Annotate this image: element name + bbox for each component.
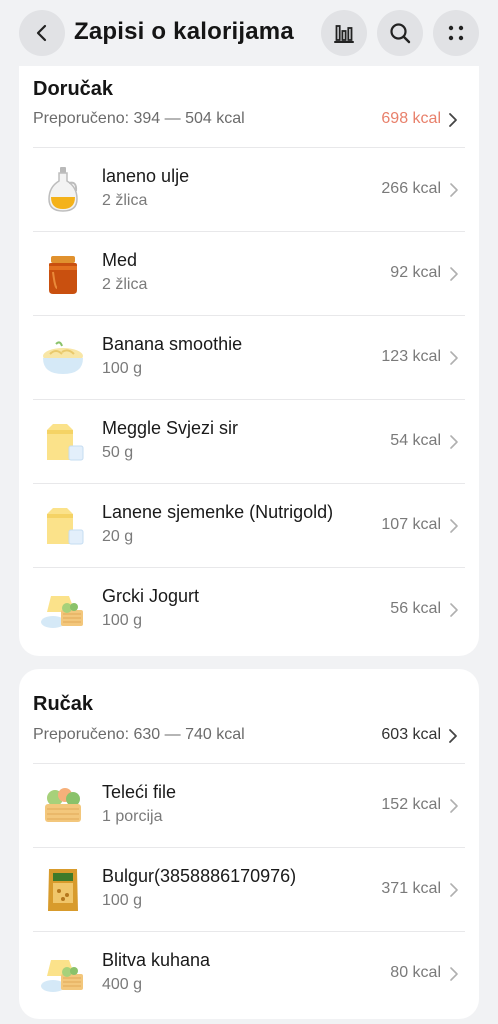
meal-title: Ručak xyxy=(33,693,94,715)
food-row[interactable]: Lanene sjemenke (Nutrigold) 20 g 107 kca… xyxy=(33,483,465,567)
chevron-right-icon xyxy=(450,351,458,365)
food-name: Meggle Svjezi sir xyxy=(102,418,239,438)
food-name: Lanene sjemenke (Nutrigold) xyxy=(102,502,334,522)
meal-card-breakfast: Doručak Preporučeno: 394 — 504 kcal 698 … xyxy=(19,66,479,656)
food-kcal: 80 kcal xyxy=(390,964,441,981)
food-amount: 2 žlica xyxy=(102,192,148,209)
chevron-right-icon xyxy=(450,183,458,197)
food-name: Med xyxy=(102,250,138,270)
food-name: laneno ulje xyxy=(102,166,190,186)
food-amount: 100 g xyxy=(102,612,143,629)
meal-card-lunch: Ručak Preporučeno: 630 — 740 kcal 603 kc… xyxy=(19,669,479,1019)
back-button[interactable] xyxy=(19,10,65,56)
food-row[interactable]: Med 2 žlica 92 kcal xyxy=(33,231,465,315)
food-amount: 100 g xyxy=(102,892,143,909)
bowl-icon xyxy=(37,330,89,386)
chevron-right-icon[interactable] xyxy=(447,728,459,744)
oil-bottle-icon xyxy=(37,162,89,218)
food-name: Bulgur(3858886170976) xyxy=(102,866,297,886)
food-name: Banana smoothie xyxy=(102,334,243,354)
more-button[interactable] xyxy=(433,10,479,56)
meal-title: Doručak xyxy=(33,78,114,100)
page-title: Zapisi o kalorijama xyxy=(74,18,294,45)
back-arrow-icon xyxy=(36,24,47,42)
food-row[interactable]: laneno ulje 2 žlica 266 kcal xyxy=(33,147,465,231)
dairy-package-icon xyxy=(37,498,89,554)
more-dots-icon xyxy=(448,25,464,41)
meal-total-kcal[interactable]: 603 kcal xyxy=(381,726,441,744)
food-name: Blitva kuhana xyxy=(102,950,211,970)
food-amount: 400 g xyxy=(102,976,143,993)
chevron-right-icon xyxy=(450,519,458,533)
food-amount: 50 g xyxy=(102,444,134,461)
honey-jar-icon xyxy=(37,246,89,302)
food-basket-icon xyxy=(37,946,89,1002)
food-kcal: 54 kcal xyxy=(390,432,441,449)
chevron-right-icon xyxy=(450,967,458,981)
veggie-basket-icon xyxy=(37,778,89,834)
chevron-right-icon xyxy=(450,799,458,813)
food-row[interactable]: Meggle Svjezi sir 50 g 54 kcal xyxy=(33,399,465,483)
food-kcal: 92 kcal xyxy=(390,264,441,281)
chevron-right-icon xyxy=(450,267,458,281)
food-kcal: 152 kcal xyxy=(381,796,441,813)
food-basket-icon xyxy=(37,582,89,638)
food-name: Teleći file xyxy=(102,782,177,802)
food-row[interactable]: Grcki Jogurt 100 g 56 kcal xyxy=(33,567,465,651)
recommended-range: Preporučeno: 394 — 504 kcal xyxy=(33,110,245,127)
chevron-right-icon xyxy=(450,603,458,617)
food-amount: 2 žlica xyxy=(102,276,148,293)
food-row[interactable]: Bulgur(3858886170976) 100 g 371 kcal xyxy=(33,847,465,931)
food-row[interactable]: Blitva kuhana 400 g 80 kcal xyxy=(33,931,465,1015)
bar-chart-icon xyxy=(334,25,354,43)
chevron-right-icon[interactable] xyxy=(447,112,459,128)
recommended-range: Preporučeno: 630 — 740 kcal xyxy=(33,726,245,743)
search-icon xyxy=(390,23,411,44)
food-kcal: 56 kcal xyxy=(390,600,441,617)
food-kcal: 371 kcal xyxy=(381,880,441,897)
food-amount: 1 porcija xyxy=(102,808,163,825)
food-name: Grcki Jogurt xyxy=(102,586,200,606)
grain-bag-icon xyxy=(37,862,89,918)
top-bar: Zapisi o kalorijama xyxy=(0,0,498,66)
statistics-button[interactable] xyxy=(321,10,367,56)
food-kcal: 123 kcal xyxy=(381,348,441,365)
food-row[interactable]: Banana smoothie 100 g 123 kcal xyxy=(33,315,465,399)
dairy-package-icon xyxy=(37,414,89,470)
food-kcal: 107 kcal xyxy=(381,516,441,533)
search-button[interactable] xyxy=(377,10,423,56)
chevron-right-icon xyxy=(450,883,458,897)
food-amount: 100 g xyxy=(102,360,143,377)
chevron-right-icon xyxy=(450,435,458,449)
meal-total-kcal[interactable]: 698 kcal xyxy=(381,110,441,128)
food-kcal: 266 kcal xyxy=(381,180,441,197)
food-row[interactable]: Teleći file 1 porcija 152 kcal xyxy=(33,763,465,847)
food-amount: 20 g xyxy=(102,528,134,545)
